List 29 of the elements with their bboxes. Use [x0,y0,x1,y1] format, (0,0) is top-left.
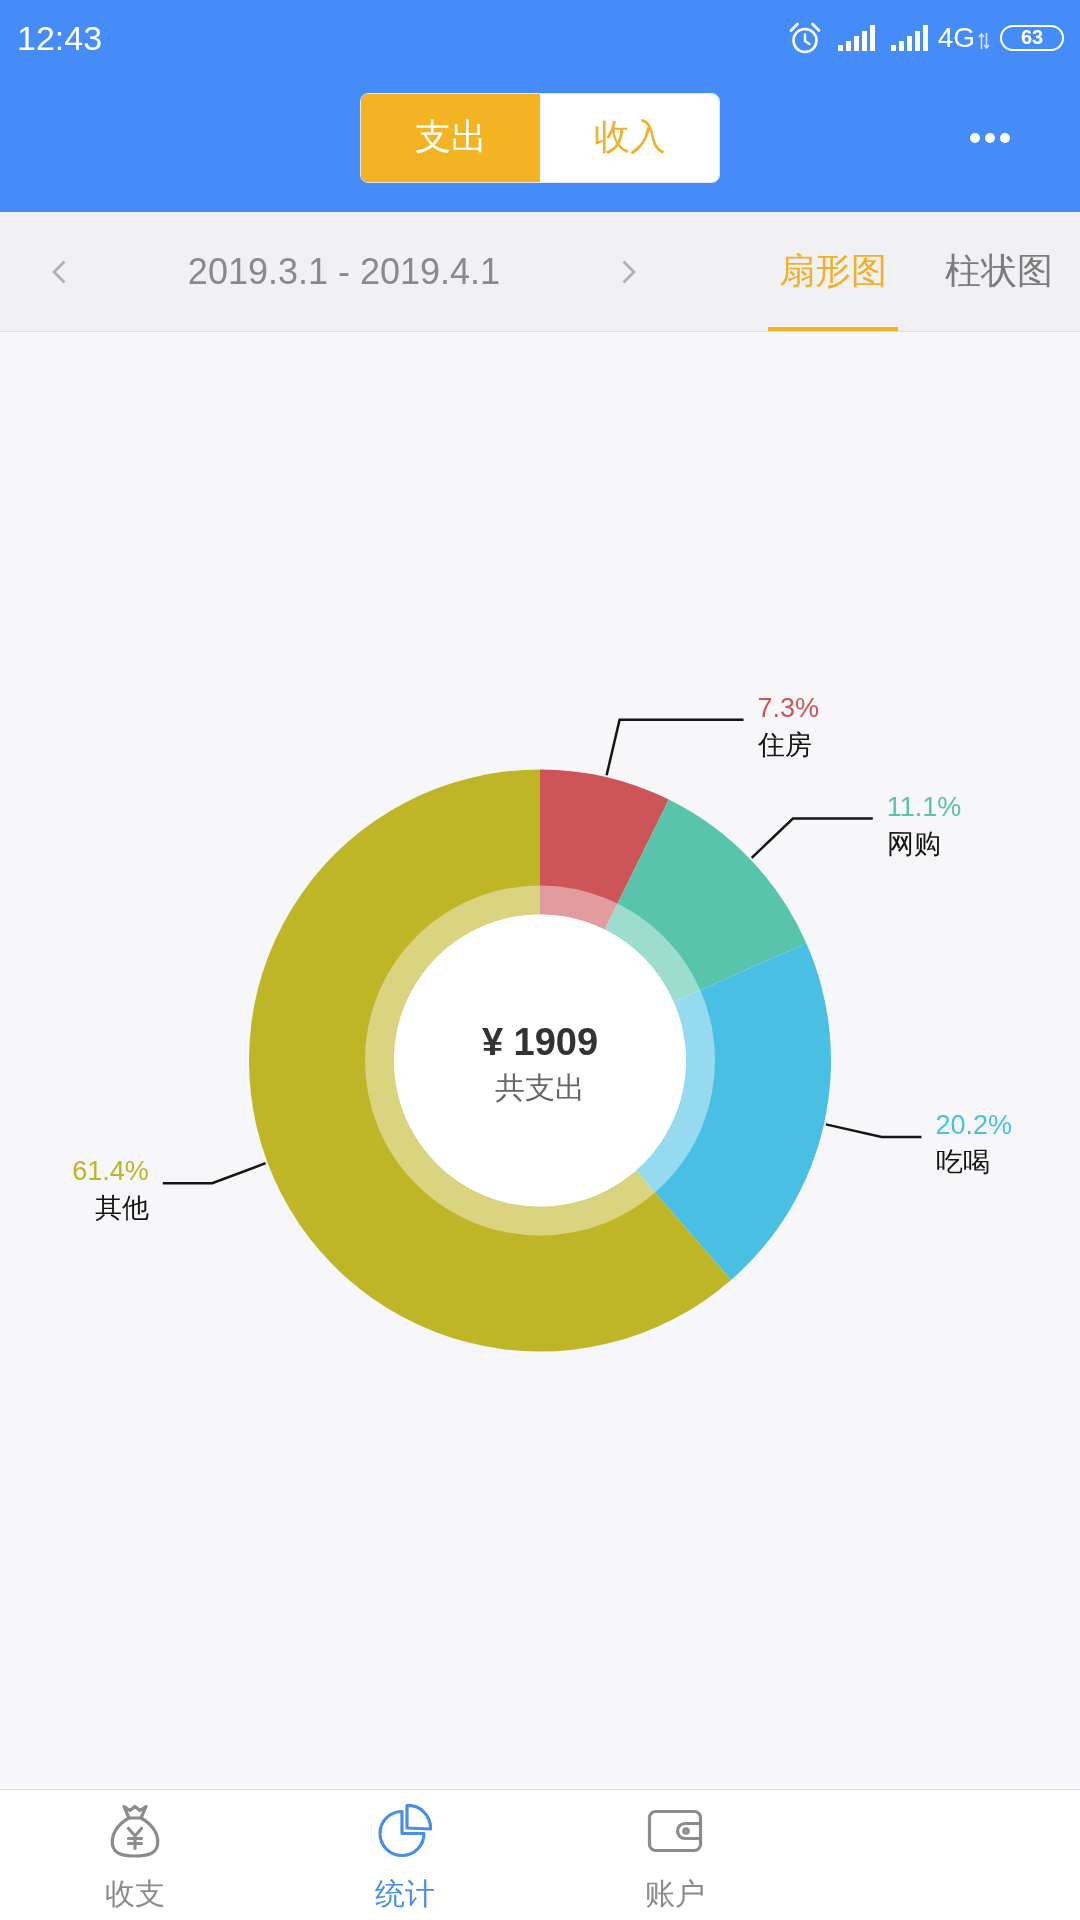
chevron-left-icon[interactable] [52,259,66,284]
network-type: 4G [937,21,975,54]
total-amount: ¥ 1909 [481,1019,599,1064]
data-arrows-icon [978,31,990,50]
battery-indicator: 63 [1000,24,1064,51]
date-range: 2019.3.1 - 2019.4.1 [186,250,502,293]
total-caption: 共支出 [495,1069,585,1106]
percent-label: 11.1% [886,790,962,824]
nav-tab[interactable]: 收支 [95,1790,175,1920]
chevron-right-icon[interactable] [622,259,636,284]
percent-label: 20.2% [935,1108,1013,1142]
signal-bars-icon [890,24,928,51]
nav-tab[interactable]: 账户 [635,1790,715,1920]
chart-type-tab[interactable]: 扇形图 [768,212,898,331]
category-label: 吃喝 [935,1145,990,1179]
chart-type-tab[interactable]: 柱状图 [934,212,1064,331]
category-label: 住房 [757,728,812,762]
clock-time: 12:43 [17,17,103,58]
category-label: 网购 [886,827,941,861]
percent-label: 7.3% [757,691,820,725]
category-label: 其他 [94,1192,149,1226]
signal-bars-icon [837,24,875,51]
segment-tab[interactable]: 收入 [540,93,719,182]
alarm-clock-icon [787,20,822,55]
pie-chart-icon [376,1802,434,1860]
more-icon[interactable] [970,132,1010,143]
nav-tab[interactable]: 统计 [365,1790,445,1920]
segment-tab[interactable]: 支出 [361,93,540,182]
percent-label: 61.4% [72,1155,149,1189]
